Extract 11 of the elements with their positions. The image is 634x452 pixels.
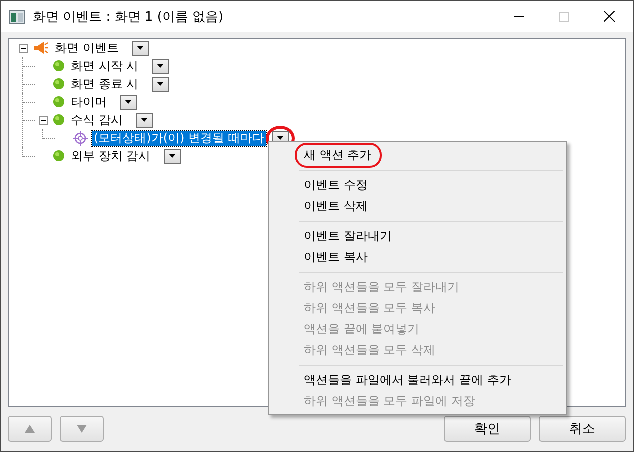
window-title: 화면 이벤트 : 화면 1 (이름 없음) <box>33 8 225 26</box>
tree-item[interactable]: 외부 장치 감시 <box>69 148 153 164</box>
tree-item[interactable]: (모터상태)가(이) 변경될 때마다 <box>92 130 266 146</box>
cancel-button[interactable]: 취소 <box>539 416 626 442</box>
ok-button[interactable]: 확인 <box>444 416 531 442</box>
tree-item[interactable]: 수식 감시 <box>69 112 125 128</box>
menu-item[interactable]: 새 액션 추가 <box>295 143 382 168</box>
tree-item[interactable]: 타이머 <box>69 94 109 110</box>
tree-item[interactable]: 화면 이벤트 <box>53 40 121 56</box>
tree-item[interactable]: 화면 시작 시 <box>69 58 141 74</box>
tree-item[interactable]: 화면 종료 시 <box>69 76 141 92</box>
